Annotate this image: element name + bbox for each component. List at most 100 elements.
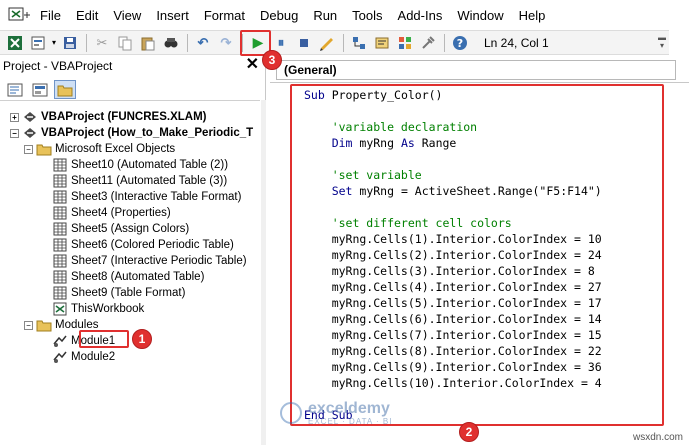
menu-tools[interactable]: Tools [352, 6, 382, 25]
exceldemy-logo-icon [280, 402, 302, 424]
dropdown-arrow-icon[interactable]: ▾ [50, 33, 58, 53]
tree-item-sheet7-interactive-periodic-table[interactable]: Sheet7 (Interactive Periodic Table) [40, 253, 247, 269]
tree-item-label: Microsoft Excel Objects [55, 143, 176, 155]
svg-text:?: ? [457, 37, 463, 50]
tree-item-label: Sheet11 (Automated Table (3)) [71, 175, 228, 187]
sheet-icon [52, 254, 68, 268]
menu-view[interactable]: View [113, 6, 141, 25]
tree-item-sheet10-automated-table-2[interactable]: Sheet10 (Automated Table (2)) [40, 157, 228, 173]
menu-window[interactable]: Window [457, 6, 503, 25]
annotation-badge-1: 1 [132, 329, 152, 349]
object-dropdown[interactable]: (General) [276, 60, 676, 80]
sheet-icon [52, 222, 68, 236]
cursor-position: Ln 24, Col 1 [484, 35, 549, 50]
excel-icon[interactable] [4, 33, 26, 53]
tree-item-vbaproject-how-to-make-periodic-t[interactable]: − VBAProject (How_to_Make_Periodic_T [10, 125, 253, 141]
tree-item-sheet6-colored-periodic-table[interactable]: Sheet6 (Colored Periodic Table) [40, 237, 234, 253]
chevron-down-icon: ▾ [659, 41, 664, 50]
toolbar-options-handle[interactable]: ▬ ▾ [657, 32, 667, 52]
object-dropdown-value: (General) [284, 63, 337, 77]
tree-item-microsoft-excel-objects[interactable]: − Microsoft Excel Objects [24, 141, 175, 157]
watermark-tagline: EXCEL · DATA · BI [308, 416, 393, 426]
folder-icon [36, 318, 52, 332]
tree-item-label: ThisWorkbook [71, 303, 145, 315]
menu-edit[interactable]: Edit [76, 6, 98, 25]
undo-icon[interactable]: ↶ [192, 33, 214, 53]
redo-icon[interactable]: ↷ [215, 33, 237, 53]
vba-project-icon [22, 110, 38, 124]
standard-toolbar: ▾ ✂ ↶ ↷ ▶ ⏸ ? Ln 24, Col 1 [0, 30, 669, 55]
watermark-name: exceldemy [308, 399, 390, 417]
toolbar-separator [444, 33, 445, 52]
menu-insert[interactable]: Insert [156, 6, 189, 25]
menu-debug[interactable]: Debug [260, 6, 298, 25]
sheet-icon [52, 174, 68, 188]
toolbar-separator [86, 33, 87, 52]
menu-help[interactable]: Help [519, 6, 546, 25]
vba-app-icon[interactable] [8, 6, 32, 24]
module-icon [52, 334, 68, 348]
tree-item-sheet4-properties[interactable]: Sheet4 (Properties) [40, 205, 171, 221]
save-icon[interactable] [59, 33, 81, 53]
menu-run[interactable]: Run [313, 6, 337, 25]
annotation-badge-2: 2 [459, 422, 479, 442]
tree-item-vbaproject-funcres-xlam[interactable]: + VBAProject (FUNCRES.XLAM) [10, 109, 206, 125]
tree-item-label: Module2 [71, 351, 116, 363]
project-explorer-title: Project - VBAProject [0, 56, 266, 76]
tree-item-sheet5-assign-colors[interactable]: Sheet5 (Assign Colors) [40, 221, 189, 237]
sheet-icon [52, 270, 68, 284]
tree-item-label: Sheet7 (Interactive Periodic Table) [71, 255, 247, 267]
tree-item-label: Sheet5 (Assign Colors) [71, 223, 190, 235]
tree-item-sheet9-table-format[interactable]: Sheet9 (Table Format) [40, 285, 185, 301]
paste-icon[interactable] [137, 33, 159, 53]
tree-scrollbar[interactable] [261, 100, 266, 445]
tree-item-label: Sheet9 (Table Format) [71, 287, 186, 299]
tree-item-module2[interactable]: Module2 [40, 349, 115, 365]
help-icon[interactable]: ? [449, 33, 471, 53]
module-icon [52, 350, 68, 364]
workbook-icon [52, 302, 68, 316]
menu-file[interactable]: File [40, 6, 61, 25]
cut-icon[interactable]: ✂ [91, 33, 113, 53]
tree-item-label: Sheet8 (Automated Table) [71, 271, 205, 283]
watermark: exceldemy EXCEL · DATA · BI [280, 396, 440, 430]
tree-item-sheet11-automated-table-3[interactable]: Sheet11 (Automated Table (3)) [40, 173, 227, 189]
sheet-icon [52, 158, 68, 172]
menu-add-ins[interactable]: Add-Ins [398, 6, 443, 25]
annotation-badge-3: 3 [262, 50, 282, 70]
project-explorer-icon[interactable] [348, 33, 370, 53]
folder-icon [36, 142, 52, 156]
tree-item-sheet3-interactive-table-format[interactable]: Sheet3 (Interactive Table Format) [40, 189, 241, 205]
sheet-icon [52, 286, 68, 300]
project-explorer-toolbar [4, 80, 79, 100]
collapse-icon[interactable]: − [24, 320, 33, 330]
tree-item-label: VBAProject (FUNCRES.XLAM) [41, 111, 207, 123]
properties-icon[interactable] [371, 33, 393, 53]
copy-icon[interactable] [114, 33, 136, 53]
find-icon[interactable] [160, 33, 182, 53]
collapse-icon[interactable]: − [10, 128, 19, 138]
expand-icon[interactable]: + [10, 112, 19, 122]
object-browser-icon[interactable] [394, 33, 416, 53]
insert-userform-icon[interactable] [27, 33, 49, 53]
close-icon[interactable]: ✕ [246, 56, 259, 74]
collapse-icon[interactable]: − [24, 144, 33, 154]
sheet-icon [52, 190, 68, 204]
tree-item-sheet8-automated-table[interactable]: Sheet8 (Automated Table) [40, 269, 204, 285]
toggle-folders-icon[interactable] [54, 80, 76, 99]
toolbox-icon[interactable] [417, 33, 439, 53]
code-highlight [290, 84, 664, 426]
sheet-icon [52, 206, 68, 220]
tree-item-label: VBAProject (How_to_Make_Periodic_T [41, 127, 254, 139]
reset-icon[interactable] [293, 33, 315, 53]
design-mode-icon[interactable] [316, 33, 338, 53]
tree-item-label: Sheet3 (Interactive Table Format) [71, 191, 242, 203]
menu-format[interactable]: Format [204, 6, 245, 25]
view-object-icon[interactable] [29, 80, 51, 99]
tree-item-label: Sheet6 (Colored Periodic Table) [71, 239, 234, 251]
menu-bar: File Edit View Insert Format Debug Run Tools Add… [0, 0, 689, 30]
tree-item-label: Sheet10 (Automated Table (2)) [71, 159, 229, 171]
tree-item-thisworkbook[interactable]: ThisWorkbook [40, 301, 144, 317]
footer-mark: wsxdn.com [632, 432, 683, 443]
view-code-icon[interactable] [4, 80, 26, 99]
